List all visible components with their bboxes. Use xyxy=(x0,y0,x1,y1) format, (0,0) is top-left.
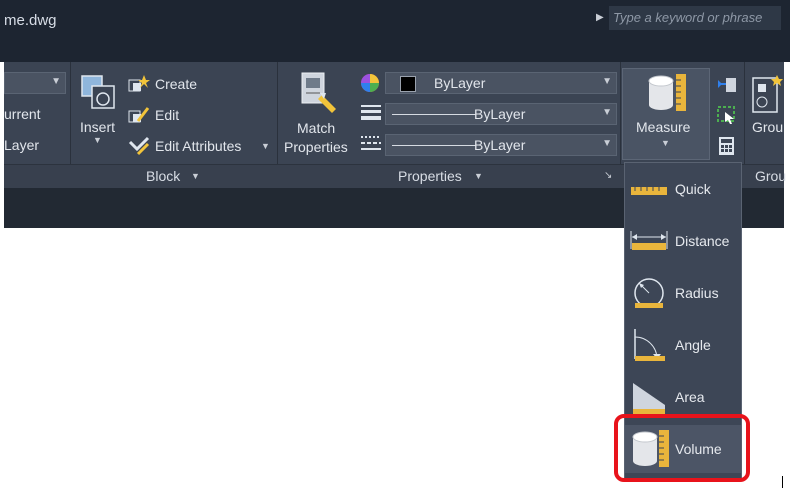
chevron-down-icon[interactable]: ▼ xyxy=(661,138,670,148)
measure-button-label[interactable]: Measure xyxy=(636,119,690,135)
menu-item-radius[interactable]: Radius xyxy=(625,271,741,315)
match-properties-label-1[interactable]: Match xyxy=(297,120,335,136)
quick-measure-icon xyxy=(631,183,667,201)
edit-block-icon[interactable] xyxy=(128,105,150,130)
linetype-value: ByLayer xyxy=(474,137,526,153)
match-properties-label-2[interactable]: Properties xyxy=(284,139,348,155)
dialog-launcher-icon[interactable]: ↘ xyxy=(604,170,612,181)
color-value: ByLayer xyxy=(434,75,486,91)
properties-panel-title[interactable]: Properties xyxy=(398,168,462,184)
calculator-icon[interactable] xyxy=(717,136,737,161)
make-current-label[interactable]: urrent xyxy=(4,106,41,122)
menu-item-quick[interactable]: Quick xyxy=(625,167,741,211)
chevron-down-icon[interactable]: ▼ xyxy=(93,135,102,145)
menu-item-distance[interactable]: Distance xyxy=(625,219,741,263)
group-button-label[interactable]: Grou xyxy=(752,119,783,135)
groups-panel-title[interactable]: Grou xyxy=(755,168,786,184)
quick-select-icon[interactable] xyxy=(716,105,738,130)
block-panel-title[interactable]: Block xyxy=(146,168,180,184)
measure-volume-icon xyxy=(646,73,688,118)
search-expand-arrow-icon[interactable]: ▶ xyxy=(596,12,604,23)
menu-item-label: Distance xyxy=(675,233,730,249)
lineweight-value: ByLayer xyxy=(474,106,526,122)
chevron-down-icon: ▼ xyxy=(602,138,612,149)
chevron-down-icon[interactable]: ▼ xyxy=(261,141,270,151)
layer-dropdown[interactable]: ▼ xyxy=(4,72,66,94)
match-properties-icon[interactable] xyxy=(300,71,340,120)
color-wheel-icon xyxy=(360,73,380,98)
text-cursor xyxy=(782,476,783,488)
linetype-icon xyxy=(360,133,382,158)
menu-item-angle[interactable]: Angle xyxy=(625,323,741,367)
menu-item-area[interactable]: Area xyxy=(625,375,741,419)
edit-block-label[interactable]: Edit xyxy=(155,107,179,123)
distance-icon xyxy=(629,229,669,256)
menu-item-label: Angle xyxy=(675,337,711,353)
chevron-down-icon: ▼ xyxy=(602,76,612,87)
highlight-box xyxy=(614,414,750,482)
group-icon[interactable] xyxy=(751,74,785,121)
edit-attributes-icon[interactable] xyxy=(128,136,150,161)
chevron-down-icon[interactable]: ▼ xyxy=(474,171,483,181)
menu-item-label: Quick xyxy=(675,181,711,197)
insert-button-label[interactable]: Insert xyxy=(80,119,115,135)
color-dropdown[interactable]: ByLayer ▼ xyxy=(385,72,617,94)
linetype-dropdown[interactable]: ByLayer ▼ xyxy=(385,134,617,156)
search-input[interactable]: Type a keyword or phrase xyxy=(609,6,781,30)
line-preview xyxy=(392,145,476,146)
color-swatch xyxy=(400,76,416,92)
chevron-down-icon: ▼ xyxy=(602,107,612,118)
id-point-icon[interactable] xyxy=(716,74,738,99)
edit-attributes-label[interactable]: Edit Attributes xyxy=(155,138,241,154)
angle-icon xyxy=(631,327,667,368)
insert-block-icon[interactable] xyxy=(78,70,120,119)
menu-item-label: Area xyxy=(675,389,705,405)
line-preview xyxy=(392,114,476,115)
layer-label[interactable]: Layer xyxy=(4,137,39,153)
menu-item-label: Radius xyxy=(675,285,719,301)
create-block-label[interactable]: Create xyxy=(155,76,197,92)
lineweight-icon xyxy=(360,102,382,127)
create-block-icon[interactable] xyxy=(128,74,150,99)
radius-icon xyxy=(633,277,667,314)
chevron-down-icon[interactable]: ▼ xyxy=(191,171,200,181)
lineweight-dropdown[interactable]: ByLayer ▼ xyxy=(385,103,617,125)
document-title: me.dwg xyxy=(4,12,57,29)
chevron-down-icon: ▼ xyxy=(51,76,61,87)
